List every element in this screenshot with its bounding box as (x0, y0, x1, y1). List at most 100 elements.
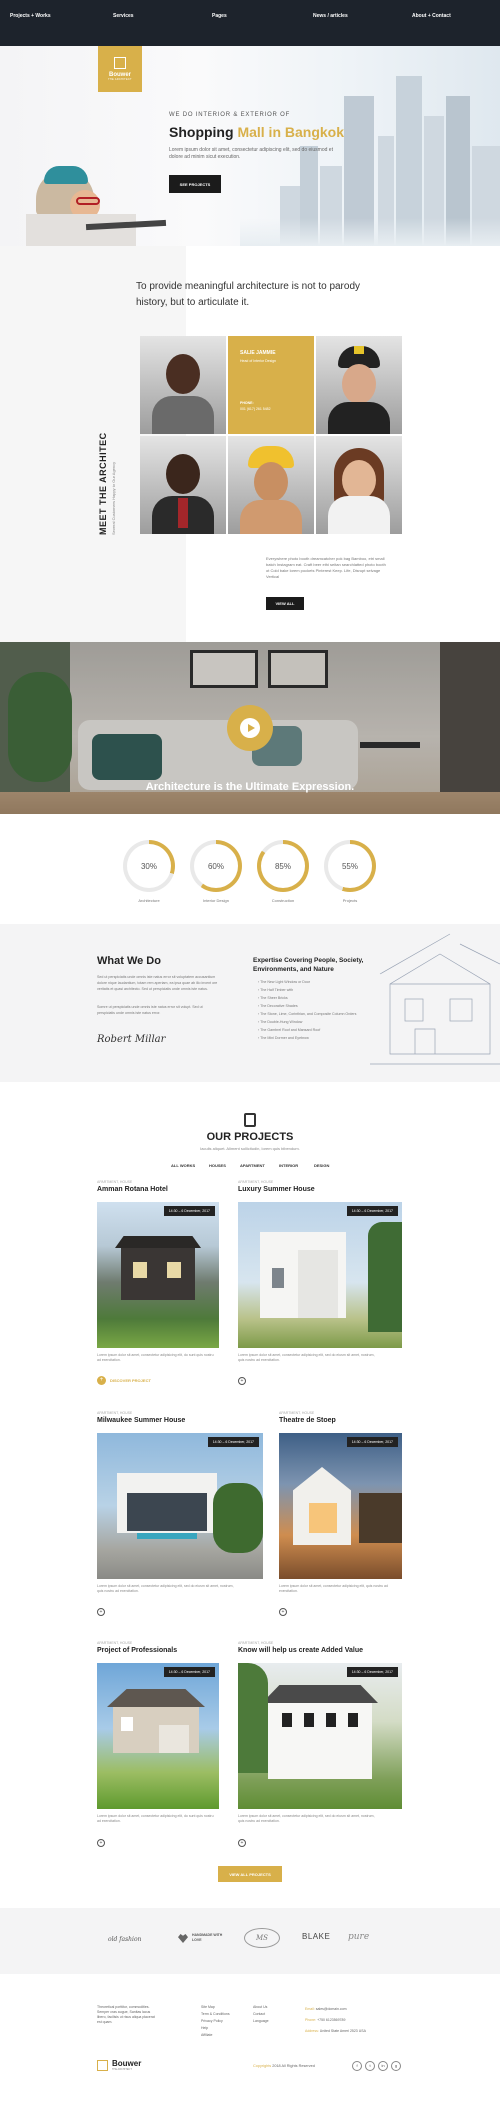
play-video-button[interactable] (227, 705, 273, 751)
stat-ring-construction: 85% (257, 840, 309, 892)
list-item: › The Decorative Shades (258, 1004, 298, 1008)
footer-link[interactable]: Contact (253, 2011, 269, 2018)
footer-logo[interactable]: Bouwer (112, 2059, 141, 2068)
project-image-5[interactable]: 14:30 – 6 December, 2017 (97, 1663, 219, 1809)
footer-link[interactable]: Privacy Policy (201, 2018, 230, 2025)
video-caption: Architecture is the Ultimate Expression. (145, 781, 355, 793)
list-item: › The Half Timber with (258, 988, 294, 992)
what-we-do-paragraph-1: Sed ut perspiciatis unde omnis iste natu… (97, 975, 218, 991)
filter-all-works[interactable]: ALL WORKS (171, 1163, 195, 1168)
footer-link[interactable]: Help (201, 2025, 230, 2032)
nav-news[interactable]: News / articles (313, 13, 348, 19)
list-item: › The Gambrel Roof and Mansard Roof (258, 1028, 321, 1032)
what-we-do-title: What We Do (97, 955, 161, 967)
site-logo[interactable]: Bouwer THE ARCHITECT (98, 46, 142, 92)
add-icon[interactable]: + (238, 1839, 246, 1847)
expertise-title: Expertise Covering People, Society, Envi… (253, 957, 364, 973)
filter-interior[interactable]: INTERIOR (279, 1163, 298, 1168)
architect-photo-4[interactable] (228, 436, 314, 534)
nav-about[interactable]: About + Contact (412, 13, 451, 19)
project-category: APARTMENT, HOUSE (238, 1180, 274, 1184)
footer-email[interactable]: sales@domain.com (316, 2007, 347, 2011)
add-icon[interactable]: + (279, 1608, 287, 1616)
logo-icon (114, 57, 126, 69)
project-image-4[interactable]: 14:30 – 6 December, 2017 (279, 1433, 402, 1579)
project-title[interactable]: Project of Professionals (97, 1647, 177, 1654)
linkedin-icon[interactable]: in (378, 2061, 388, 2071)
architect-info-card: SALIE JAMMIE Head of Interior Design PHO… (228, 336, 314, 434)
footer-logo-icon (97, 2060, 108, 2071)
project-image-6[interactable]: 14:30 – 6 December, 2017 (238, 1663, 402, 1809)
project-category: APARTMENT, HOUSE (238, 1641, 274, 1645)
brand-logo: HANDMADE WITH LOVE (192, 1933, 223, 1942)
filter-design[interactable]: DESIGN (314, 1163, 329, 1168)
stat-label: Architecture (138, 898, 160, 903)
project-date: 14:30 – 6 December, 2017 (346, 1667, 398, 1677)
project-category: APARTMENT, HOUSE (97, 1641, 133, 1645)
project-title[interactable]: Milwaukee Summer House (97, 1417, 185, 1424)
hero-person-image (26, 164, 167, 246)
footer-address: United State Ameri 2523 USA (319, 2029, 366, 2033)
project-date: 14:30 – 6 December, 2017 (207, 1437, 259, 1447)
footer-phone: +750 6123569789 (317, 2018, 346, 2022)
project-image-2[interactable]: 14:30 – 6 December, 2017 (238, 1202, 402, 1348)
project-description: Lorem ipsum dolor sit amet, consectetur … (238, 1814, 375, 1823)
list-item: › The Stone, Lime, Corinthian, and Compo… (258, 1012, 357, 1016)
project-title[interactable]: Theatre de Stoep (279, 1417, 336, 1424)
discover-project-icon[interactable]: + (97, 1376, 106, 1385)
about-headline: To provide meaningful architecture is no… (136, 281, 361, 308)
footer-link[interactable]: Site Map (201, 2004, 230, 2011)
stat-label: Projects (342, 898, 358, 903)
brand-logo: MS (244, 1928, 280, 1948)
signature: Robert Millar (97, 1034, 166, 1045)
meet-architect-subtitle: Several Customers Happy to Our Agency (111, 461, 116, 535)
architect-photo-3[interactable] (140, 436, 226, 534)
project-category: APARTMENT, HOUSE (97, 1411, 133, 1415)
heart-icon (178, 1934, 188, 1943)
add-icon[interactable]: + (97, 1839, 105, 1847)
add-icon[interactable]: + (238, 1377, 246, 1385)
see-projects-button[interactable]: SEE PROJECTS (169, 175, 221, 193)
architect-photo-5[interactable] (316, 436, 402, 534)
footer-link[interactable]: Affiliate (201, 2032, 230, 2039)
discover-project-link[interactable]: DISCOVER PROJECT (110, 1378, 151, 1383)
architect-photo-2[interactable] (316, 336, 402, 434)
project-description: Lorem ipsum dolor sit amet, consectetur … (97, 1584, 234, 1593)
top-nav: Projects + Works Services Pages News / a… (0, 0, 500, 46)
project-date: 14:30 – 6 December, 2017 (346, 1206, 398, 1216)
footer (0, 1974, 500, 2105)
filter-apartment[interactable]: APARTMENT (240, 1163, 265, 1168)
google-icon[interactable]: g (391, 2061, 401, 2071)
projects-subtitle: Iaculis aliquet. Aliment sollicitudin, l… (200, 1146, 300, 1151)
project-title[interactable]: Know will help us create Added Value (238, 1647, 363, 1654)
twitter-icon[interactable]: t (365, 2061, 375, 2071)
facebook-icon[interactable]: f (352, 2061, 362, 2071)
list-item: › The Double-Hung Window (258, 1020, 303, 1024)
nav-pages[interactable]: Pages (212, 13, 227, 19)
footer-about: Theoretical porttitor, commodities. Semp… (97, 2005, 155, 2024)
project-image-3[interactable]: 14:30 – 6 December, 2017 (97, 1433, 263, 1579)
footer-link[interactable]: About Us (253, 2004, 269, 2011)
hero-description: Lorem ipsum dolor sit amet, consectetur … (169, 147, 333, 160)
project-description: Lorem ipsum dolor sit amet, consectetur … (97, 1814, 214, 1823)
brand-logo: old fashion (108, 1936, 142, 1943)
project-title[interactable]: Luxury Summer House (238, 1186, 315, 1193)
footer-link[interactable]: Term & Conditions (201, 2011, 230, 2018)
nav-services[interactable]: Services (113, 13, 134, 19)
footer-link[interactable]: Language (253, 2018, 269, 2025)
filter-houses[interactable]: HOUSES (209, 1163, 226, 1168)
architect-photo-1[interactable] (140, 336, 226, 434)
project-title[interactable]: Amman Rotana Hotel (97, 1186, 168, 1193)
view-all-projects-button[interactable]: VIEW ALL PROJECTS (218, 1866, 282, 1882)
project-description: Lorem ipsum dolor sit amet, consectetur … (97, 1353, 214, 1362)
view-all-button[interactable]: VIEW ALL (266, 597, 304, 610)
stat-ring-projects: 55% (324, 840, 376, 892)
stat-ring-architecture: 30% (123, 840, 175, 892)
stat-ring-interior: 60% (190, 840, 242, 892)
hero-title: Shopping Mall in Bangkok (169, 124, 345, 140)
hero (0, 46, 500, 246)
project-image-1[interactable]: 14:30 – 6 December, 2017 (97, 1202, 219, 1348)
nav-projects[interactable]: Projects + Works (10, 13, 51, 19)
add-icon[interactable]: + (97, 1608, 105, 1616)
expertise-list: › The New Light Window or Door › The Hal… (258, 980, 398, 1044)
